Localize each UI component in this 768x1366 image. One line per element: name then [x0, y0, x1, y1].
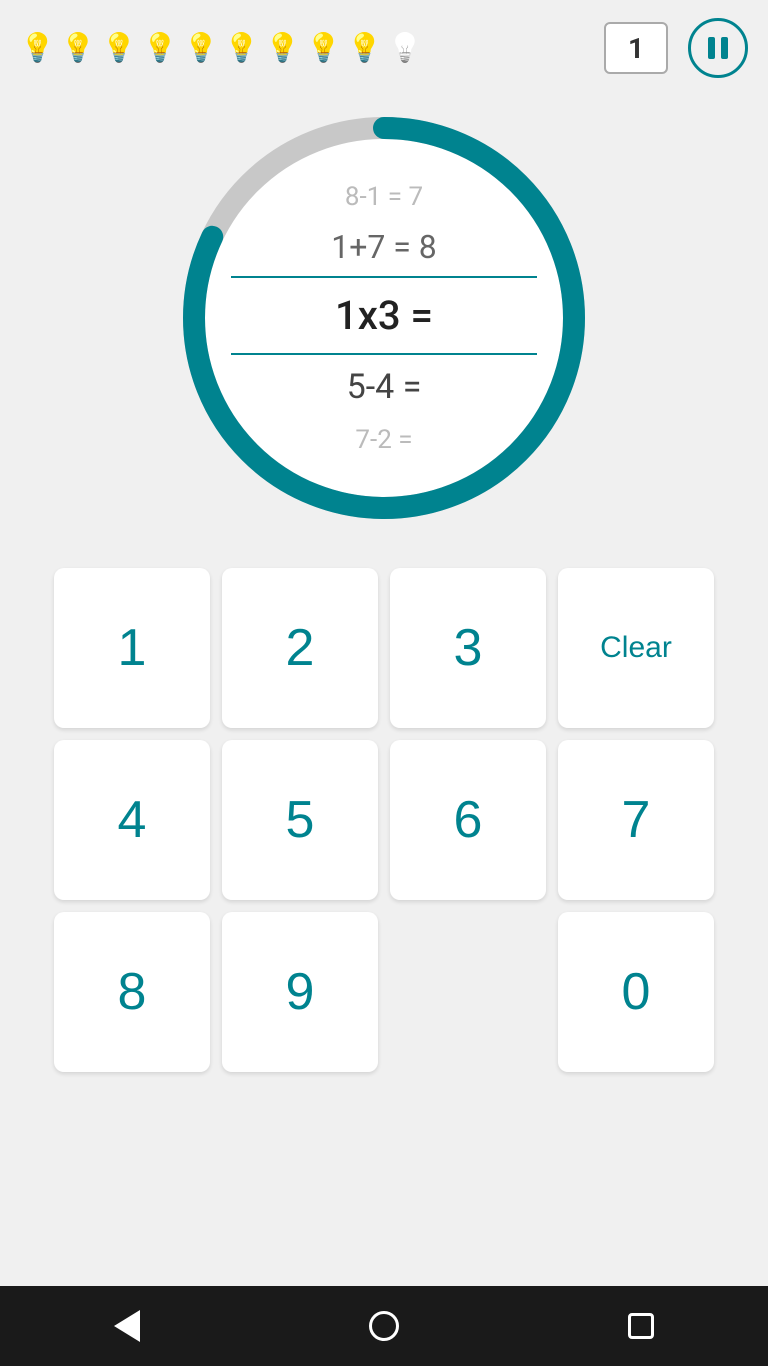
equation-next: 5-4 =	[214, 357, 554, 417]
divider-bottom	[231, 353, 537, 355]
equations-container: 8-1 = 7 1+7 = 8 1x3 = 5-4 = 7-2 =	[214, 148, 554, 488]
bulbs-container: 💡 💡 💡 💡 💡 💡 💡 💡 💡 💡	[20, 34, 604, 62]
equation-recent: 1+7 = 8	[214, 220, 554, 274]
key-2-button[interactable]: 2	[222, 568, 378, 728]
key-5-button[interactable]: 5	[222, 740, 378, 900]
keypad-area: 1 2 3 Clear 4 5 6 7 8 9 0	[0, 558, 768, 1286]
divider-top	[231, 276, 537, 278]
clear-button[interactable]: Clear	[558, 568, 714, 728]
bulb-4: 💡	[143, 34, 178, 62]
back-icon	[114, 1310, 140, 1342]
key-4-button[interactable]: 4	[54, 740, 210, 900]
key-7-button[interactable]: 7	[558, 740, 714, 900]
navigation-bar	[0, 1286, 768, 1366]
equation-active: 1x3 =	[214, 280, 554, 351]
equation-future: 7-2 =	[214, 417, 554, 463]
home-icon	[369, 1311, 399, 1341]
pause-icon	[708, 37, 728, 59]
key-9-button[interactable]: 9	[222, 912, 378, 1072]
bulb-7: 💡	[265, 34, 300, 62]
keypad: 1 2 3 Clear 4 5 6 7 8 9 0	[54, 568, 714, 1072]
key-8-button[interactable]: 8	[54, 912, 210, 1072]
key-3-button[interactable]: 3	[390, 568, 546, 728]
key-1-button[interactable]: 1	[54, 568, 210, 728]
equation-past: 8-1 = 7	[214, 174, 554, 220]
key-6-button[interactable]: 6	[390, 740, 546, 900]
nav-back-button[interactable]	[114, 1310, 140, 1342]
bulb-10: 💡	[388, 34, 423, 62]
bulb-5: 💡	[184, 34, 219, 62]
recents-icon	[628, 1313, 654, 1339]
bulb-8: 💡	[306, 34, 341, 62]
timer-circle-area: 8-1 = 7 1+7 = 8 1x3 = 5-4 = 7-2 =	[0, 88, 768, 558]
nav-home-button[interactable]	[369, 1311, 399, 1341]
circle-container: 8-1 = 7 1+7 = 8 1x3 = 5-4 = 7-2 =	[174, 108, 594, 528]
top-bar: 💡 💡 💡 💡 💡 💡 💡 💡 💡 💡 1	[0, 0, 768, 88]
score-value: 1	[628, 32, 644, 65]
bulb-9: 💡	[347, 34, 382, 62]
nav-recents-button[interactable]	[628, 1313, 654, 1339]
key-0-button[interactable]: 0	[558, 912, 714, 1072]
bulb-1: 💡	[20, 34, 55, 62]
bulb-2: 💡	[61, 34, 96, 62]
bulb-6: 💡	[224, 34, 259, 62]
bulb-3: 💡	[102, 34, 137, 62]
pause-button[interactable]	[688, 18, 748, 78]
score-display: 1	[604, 22, 668, 74]
